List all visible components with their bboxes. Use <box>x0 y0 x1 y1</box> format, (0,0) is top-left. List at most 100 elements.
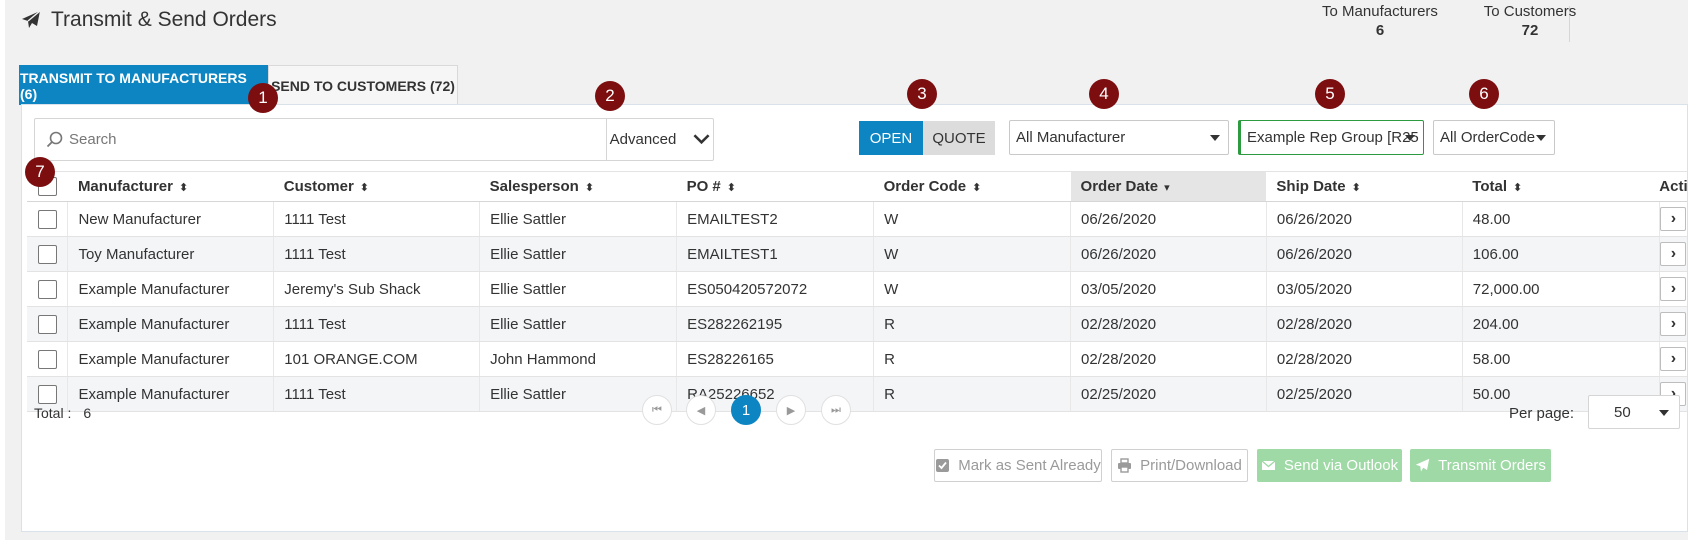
cell-salesperson: Ellie Sattler <box>479 306 678 342</box>
orders-panel: Advanced OPEN QUOTE All Manufacturer Exa… <box>21 104 1688 532</box>
cell-po: ES28226165 <box>676 341 875 377</box>
column-header-manufacturer[interactable]: Manufacturer ⬍ <box>67 171 274 202</box>
cell-ship-date: 02/25/2020 <box>1266 376 1463 412</box>
tab-send-to-customers[interactable]: SEND TO CUSTOMERS (72) <box>268 65 458 105</box>
cell-total: 72,000.00 <box>1462 271 1660 307</box>
row-action-button[interactable]: › <box>1660 312 1687 336</box>
quote-toggle[interactable]: QUOTE <box>923 121 995 155</box>
cell-total: 204.00 <box>1462 306 1660 342</box>
sort-icon: ⬍ <box>1351 181 1361 194</box>
row-action-button[interactable]: › <box>1660 207 1687 231</box>
row-action-button[interactable]: › <box>1660 347 1687 371</box>
mark-as-sent-button[interactable]: Mark as Sent Already <box>934 449 1102 482</box>
chevron-right-icon: › <box>1670 210 1677 227</box>
row-select-cell <box>27 306 69 342</box>
row-checkbox[interactable] <box>37 279 57 299</box>
transmit-orders-label: Transmit Orders <box>1438 457 1546 474</box>
cell-ship-date: 06/26/2020 <box>1266 201 1463 237</box>
column-header-po[interactable]: PO # ⬍ <box>676 171 874 202</box>
ordercode-filter-select[interactable]: All OrderCode <box>1433 120 1555 155</box>
column-header-customer[interactable]: Customer ⬍ <box>273 171 480 202</box>
cell-customer: 1111 Test <box>273 236 481 272</box>
stat-label: To Customers <box>1483 3 1577 20</box>
annotation-badge-1: 1 <box>248 83 278 113</box>
sort-icon: ⬍ <box>359 181 369 194</box>
send-via-outlook-button[interactable]: Send via Outlook <box>1257 449 1402 482</box>
print-icon <box>1118 458 1132 473</box>
sort-icon: ⬍ <box>726 181 736 194</box>
sort-icon: ⬍ <box>584 181 595 194</box>
total-label: Total : <box>34 405 72 421</box>
prev-page-button[interactable]: ◀ <box>686 395 716 425</box>
cell-order-date: 02/28/2020 <box>1070 341 1267 377</box>
checkbox-checked-icon <box>936 459 950 472</box>
row-action-button[interactable]: › <box>1660 242 1687 266</box>
print-download-label: Print/Download <box>1140 457 1242 474</box>
row-checkbox[interactable] <box>37 314 57 334</box>
column-header-salesperson[interactable]: Salesperson ⬍ <box>479 171 677 202</box>
print-download-button[interactable]: Print/Download <box>1111 449 1248 482</box>
cell-ship-date: 02/28/2020 <box>1266 306 1463 342</box>
column-header-order-date[interactable]: Order Date ▾ <box>1070 171 1267 202</box>
cell-order-code: W <box>873 271 1072 307</box>
cell-total: 48.00 <box>1462 201 1660 237</box>
manufacturer-filter-select[interactable]: All Manufacturer <box>1009 120 1229 155</box>
row-checkbox[interactable] <box>37 209 57 229</box>
cell-order-code: R <box>873 341 1072 377</box>
rep-group-filter-select[interactable]: Example Rep Group [R25 <box>1238 120 1424 155</box>
row-checkbox[interactable] <box>37 349 57 369</box>
cell-ship-date: 02/28/2020 <box>1266 341 1463 377</box>
paper-plane-icon <box>22 10 41 28</box>
prev-page-icon: ◀ <box>696 404 706 417</box>
table-row: Example Manufacturer 101 ORANGE.COM John… <box>27 341 1687 377</box>
cell-order-date: 02/25/2020 <box>1070 376 1267 412</box>
search-icon <box>46 131 63 148</box>
row-checkbox[interactable] <box>37 244 57 264</box>
cell-order-date: 06/26/2020 <box>1070 201 1267 237</box>
per-page-select[interactable]: 50 <box>1588 395 1680 429</box>
first-page-icon: ⏮ <box>652 403 662 416</box>
caret-down-icon <box>1659 410 1669 416</box>
row-checkbox[interactable] <box>37 384 57 404</box>
chevron-right-icon: › <box>1670 350 1677 367</box>
cell-order-code: R <box>873 306 1072 342</box>
advanced-label: Advanced <box>609 131 677 148</box>
cell-salesperson: Ellie Sattler <box>479 201 678 237</box>
sort-icon: ⬍ <box>1513 181 1523 194</box>
column-header-actions: Actions <box>1659 171 1688 202</box>
cell-manufacturer: Example Manufacturer <box>67 271 275 307</box>
next-page-button[interactable]: ▶ <box>776 395 806 425</box>
page-title-text: Transmit & Send Orders <box>51 8 277 31</box>
cell-customer: 1111 Test <box>273 201 481 237</box>
first-page-button[interactable]: ⏮ <box>642 395 672 425</box>
search-box: Advanced <box>34 118 714 161</box>
cell-order-date: 06/26/2020 <box>1070 236 1267 272</box>
sort-desc-icon: ▾ <box>1164 181 1170 194</box>
table-row: New Manufacturer 1111 Test Ellie Sattler… <box>27 201 1687 237</box>
cell-customer: 1111 Test <box>273 376 481 412</box>
column-header-order-code[interactable]: Order Code ⬍ <box>873 171 1071 202</box>
cell-total: 58.00 <box>1462 341 1660 377</box>
per-page-label: Per page: <box>1509 405 1575 422</box>
page-button-current[interactable]: 1 <box>731 395 761 425</box>
annotation-badge-5: 5 <box>1315 79 1345 109</box>
caret-down-icon <box>1536 135 1546 141</box>
advanced-search-button[interactable]: Advanced <box>606 119 713 160</box>
column-header-total[interactable]: Total ⬍ <box>1462 171 1660 202</box>
transmit-orders-button[interactable]: Transmit Orders <box>1410 449 1551 482</box>
stat-value: 6 <box>1375 22 1385 39</box>
last-page-button[interactable]: ⏭ <box>821 395 851 425</box>
cell-order-date: 02/28/2020 <box>1070 306 1267 342</box>
search-input[interactable] <box>69 120 609 159</box>
per-page-value: 50 <box>1614 403 1631 421</box>
column-header-ship-date[interactable]: Ship Date ⬍ <box>1266 171 1463 202</box>
cell-actions: › <box>1659 236 1687 272</box>
chevron-right-icon: › <box>1670 315 1677 332</box>
row-action-button[interactable]: › <box>1660 277 1687 301</box>
sort-icon: ⬍ <box>178 181 189 194</box>
table-row: Example Manufacturer Jeremy's Sub Shack … <box>27 271 1687 307</box>
cell-customer: 101 ORANGE.COM <box>273 341 481 377</box>
open-toggle[interactable]: OPEN <box>859 121 923 155</box>
cell-manufacturer: Example Manufacturer <box>67 341 275 377</box>
tab-transmit-to-manufacturers[interactable]: TRANSMIT TO MANUFACTURERS (6) <box>19 65 268 105</box>
